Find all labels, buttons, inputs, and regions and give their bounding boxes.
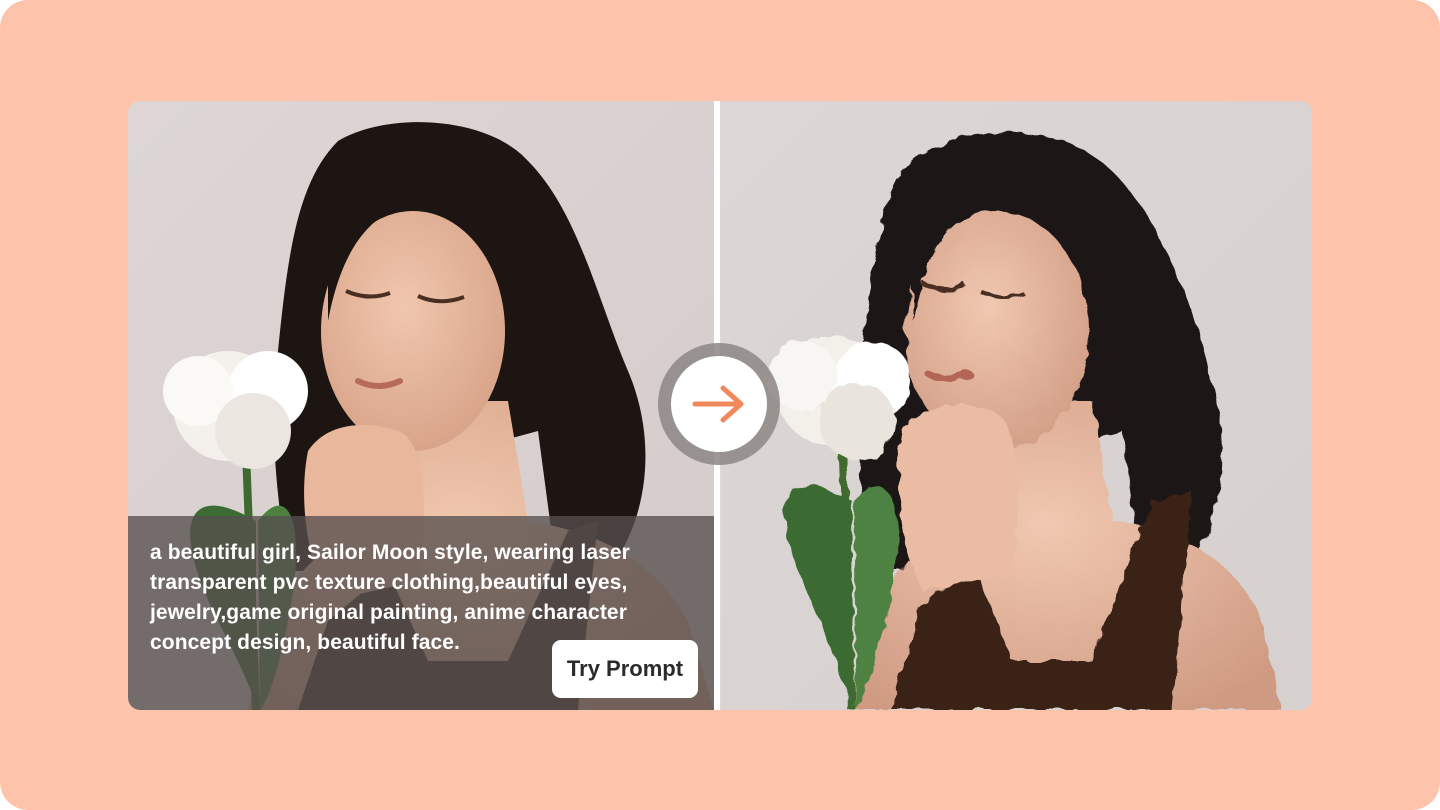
transform-arrow-button[interactable] [658,343,780,465]
before-after-comparison: a beautiful girl, Sailor Moon style, wea… [128,101,1312,710]
promo-canvas: a beautiful girl, Sailor Moon style, wea… [0,0,1440,810]
arrow-right-icon [692,385,744,423]
prompt-overlay: a beautiful girl, Sailor Moon style, wea… [128,516,714,710]
try-prompt-button[interactable]: Try Prompt [552,640,698,698]
transform-arrow-inner [671,356,767,452]
after-image [722,101,1312,710]
